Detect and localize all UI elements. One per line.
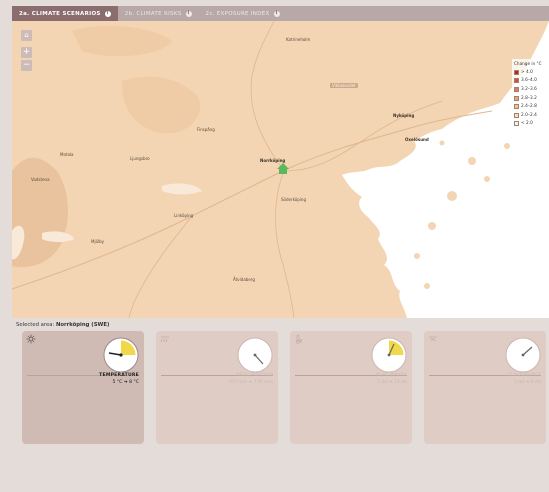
legend-swatch <box>514 121 519 127</box>
place-label: Mjölby <box>91 239 105 244</box>
card-precipitation[interactable]: PRECIPITATION 707 mm ➔ 776 mm <box>156 331 278 444</box>
legend-label: 2.0–2.4 <box>521 112 537 118</box>
legend-label: > 4.0 <box>521 69 533 75</box>
legend-item: 3.2–3.6 <box>514 85 547 94</box>
place-label: Nyköping <box>393 113 415 118</box>
map-canvas <box>12 21 549 318</box>
tab-exposure-index[interactable]: 2c. EXPOSURE INDEX <box>199 6 287 21</box>
tab-climate-risks[interactable]: 2b. CLIMATE RISKS <box>118 6 199 21</box>
card-title: TEMPERATURE <box>99 373 139 378</box>
card-title: CLOUDBURST <box>507 373 541 378</box>
card-value: 2 dd ➔ 13 dd <box>376 380 407 385</box>
road <box>275 170 295 318</box>
heat-waves-gauge <box>371 337 407 373</box>
card-value: 707 mm ➔ 776 mm <box>227 380 273 385</box>
legend-swatch <box>514 104 519 110</box>
legend-swatch <box>514 86 519 92</box>
legend-items: > 4.0 3.6–4.0 3.2–3.6 2.8–3.2 2.4–2.8 2.… <box>514 68 547 128</box>
lake <box>42 231 74 242</box>
home-button[interactable]: ⌂ <box>21 30 32 41</box>
tab-label: 2b. CLIMATE RISKS <box>124 10 182 17</box>
precipitation-gauge <box>237 337 273 373</box>
terrain-shade <box>72 25 172 57</box>
selected-area-label: Selected area: <box>16 322 55 328</box>
road <box>250 21 285 172</box>
island <box>484 176 490 182</box>
legend-item: 2.4–2.8 <box>514 102 547 111</box>
island <box>414 253 420 259</box>
island <box>439 140 445 146</box>
thermometer-icon <box>296 334 302 344</box>
card-value: 3 dd ➔ 6 dd <box>513 380 541 385</box>
tab-climate-scenarios[interactable]: 2a. CLIMATE SCENARIOS <box>12 6 118 21</box>
card-heat-waves[interactable]: HEAT WAVES 2 dd ➔ 13 dd <box>290 331 412 444</box>
info-icon[interactable] <box>273 10 280 17</box>
place-label: Vadstena <box>31 177 50 182</box>
app-root: 2a. CLIMATE SCENARIOS 2b. CLIMATE RISKS … <box>0 0 549 492</box>
legend-swatch <box>514 78 519 84</box>
lake <box>162 183 202 195</box>
card-title: PRECIPITATION <box>236 373 273 378</box>
card-value: 5 °C ➔ 8 °C <box>112 380 139 385</box>
selected-area: Selected area: Norrköping (SWE) <box>16 322 109 328</box>
place-label: Oxelösund <box>405 137 429 142</box>
cloudburst-gauge <box>505 337 541 373</box>
tab-bar: 2a. CLIMATE SCENARIOS 2b. CLIMATE RISKS … <box>12 6 549 21</box>
place-label: Åtvidaberg <box>233 277 255 282</box>
zoom-out-button[interactable]: − <box>21 60 32 71</box>
tab-label: 2a. CLIMATE SCENARIOS <box>19 10 101 17</box>
place-label: Norrköping <box>260 158 286 163</box>
legend-label: 3.2–3.6 <box>521 86 537 92</box>
island <box>468 157 476 165</box>
map-legend: Change in °C > 4.0 3.6–4.0 3.2–3.6 2.8–3… <box>512 59 549 139</box>
info-icon[interactable] <box>104 10 111 17</box>
place-label: Katrineholm <box>286 37 311 42</box>
island <box>447 191 457 201</box>
temperature-gauge <box>103 337 139 373</box>
place-label: Vikbolandet <box>330 83 358 88</box>
place-label: Linköping <box>174 213 194 218</box>
island <box>428 222 436 230</box>
place-label: Söderköping <box>281 197 306 202</box>
info-icon[interactable] <box>185 10 192 17</box>
legend-label: < 2.0 <box>521 121 533 127</box>
legend-item: 3.6–4.0 <box>514 77 547 86</box>
island <box>424 283 430 289</box>
legend-label: 3.6–4.0 <box>521 78 537 84</box>
legend-item: < 2.0 <box>514 120 547 129</box>
legend-item: 2.0–2.4 <box>514 111 547 120</box>
card-title: HEAT WAVES <box>375 373 407 378</box>
card-cloudburst[interactable]: CLOUDBURST 3 dd ➔ 6 dd <box>424 331 546 444</box>
place-label: Ljungsbro <box>130 156 150 161</box>
zoom-in-button[interactable]: + <box>21 47 32 58</box>
selected-area-value: Norrköping (SWE) <box>55 322 110 328</box>
legend-label: 2.4–2.8 <box>521 104 537 110</box>
rain-icon <box>161 336 169 343</box>
terrain-shade <box>121 76 201 134</box>
legend-item: > 4.0 <box>514 68 547 77</box>
legend-swatch <box>514 112 519 118</box>
legend-swatch <box>514 95 519 101</box>
legend-swatch <box>514 69 519 75</box>
place-label: Finspång <box>197 127 215 132</box>
map-view[interactable]: ⌂ + − Katrineholm Finspång Norrköping Ny… <box>12 21 549 318</box>
location-marker-icon[interactable] <box>277 163 289 174</box>
tab-label: 2c. EXPOSURE INDEX <box>205 10 270 17</box>
sun-icon <box>26 334 36 344</box>
island <box>504 143 510 149</box>
card-temperature[interactable]: TEMPERATURE 5 °C ➔ 8 °C <box>22 331 144 444</box>
place-label: Motala <box>60 152 74 157</box>
legend-item: 2.8–3.2 <box>514 94 547 103</box>
cloudburst-icon <box>429 336 437 342</box>
legend-title: Change in °C <box>514 61 542 66</box>
legend-label: 2.8–3.2 <box>521 95 537 101</box>
